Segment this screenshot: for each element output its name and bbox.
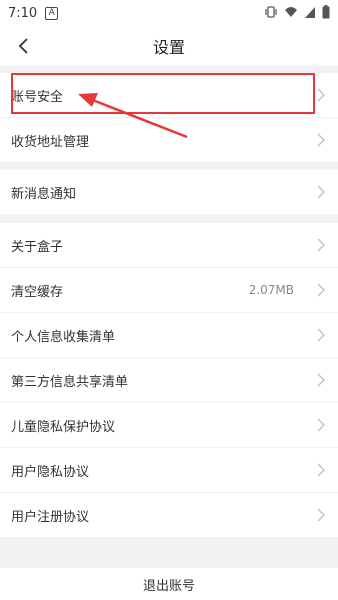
settings-item-third-party-sharing[interactable]: 第三方信息共享清单 — [0, 358, 338, 402]
status-time: 7:10 — [8, 5, 38, 21]
settings-item-label: 用户隐私协议 — [11, 464, 90, 480]
settings-item-user-registration[interactable]: 用户注册协议 — [0, 493, 338, 537]
back-chevron-icon[interactable] — [14, 36, 34, 56]
cache-size-value: 2.07MB — [248, 283, 294, 297]
settings-item-label: 儿童隐私保护协议 — [11, 419, 116, 435]
signal-icon — [305, 7, 315, 18]
settings-item-account-security[interactable]: 账号安全 — [0, 73, 338, 117]
settings-item-label: 个人信息收集清单 — [11, 329, 116, 345]
navigation-bar: 设置 — [0, 26, 338, 66]
wifi-icon — [285, 7, 297, 17]
chevron-right-icon — [317, 373, 326, 387]
battery-icon — [322, 5, 330, 19]
logout-label: 退出账号 — [142, 578, 195, 594]
chevron-right-icon — [317, 508, 326, 522]
status-bar: 7:10 A — [0, 0, 338, 26]
status-icons — [264, 5, 330, 19]
chevron-right-icon — [317, 185, 326, 199]
settings-item-label: 用户注册协议 — [11, 509, 90, 525]
settings-item-label: 清空缓存 — [11, 284, 64, 300]
vibrate-icon — [265, 6, 277, 18]
settings-item-personal-info-list[interactable]: 个人信息收集清单 — [0, 313, 338, 357]
settings-item-label: 关于盒子 — [11, 239, 64, 255]
page-title: 设置 — [152, 38, 185, 57]
logout-button[interactable]: 退出账号 — [0, 568, 338, 600]
settings-item-label: 账号安全 — [11, 89, 64, 105]
chevron-right-icon — [317, 328, 326, 342]
chevron-right-icon — [317, 283, 326, 297]
settings-item-label: 第三方信息共享清单 — [11, 374, 129, 390]
settings-item-label: 新消息通知 — [11, 186, 77, 202]
settings-item-about[interactable]: 关于盒子 — [0, 223, 338, 267]
chevron-right-icon — [317, 418, 326, 432]
chevron-right-icon — [317, 88, 326, 102]
settings-item-clear-cache[interactable]: 清空缓存 2.07MB — [0, 268, 338, 312]
settings-item-label: 收货地址管理 — [11, 134, 90, 150]
chevron-right-icon — [317, 463, 326, 477]
notification-a-icon: A — [45, 6, 59, 20]
settings-item-address[interactable]: 收货地址管理 — [0, 118, 338, 162]
chevron-right-icon — [317, 133, 326, 147]
settings-item-child-privacy[interactable]: 儿童隐私保护协议 — [0, 403, 338, 447]
chevron-right-icon — [317, 238, 326, 252]
settings-item-user-privacy[interactable]: 用户隐私协议 — [0, 448, 338, 492]
settings-item-notifications[interactable]: 新消息通知 — [0, 170, 338, 214]
